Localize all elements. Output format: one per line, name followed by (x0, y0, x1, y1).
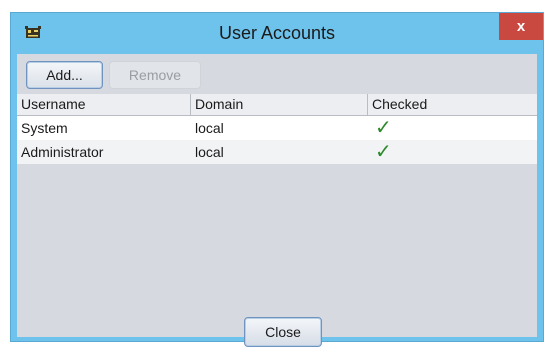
toolbar: Add... Remove (17, 54, 537, 94)
user-accounts-window: User Accounts x Add... Remove Username D… (10, 12, 544, 347)
window-close-button[interactable]: x (499, 13, 543, 40)
checkmark-icon: ✓ (375, 141, 392, 163)
add-button[interactable]: Add... (26, 61, 103, 89)
table-row[interactable]: System local ✓ (17, 116, 537, 140)
domain-cell: local (195, 120, 224, 136)
username-cell: System (21, 120, 68, 136)
column-header-domain[interactable]: Domain (191, 94, 368, 115)
domain-cell: local (195, 144, 224, 160)
table-header: Username Domain Checked (17, 94, 537, 116)
checkmark-icon: ✓ (375, 117, 392, 139)
close-button[interactable]: Close (244, 317, 322, 347)
username-cell: Administrator (21, 144, 104, 160)
table-row[interactable]: Administrator local ✓ (17, 140, 537, 164)
window-title: User Accounts (218, 23, 336, 43)
column-header-username[interactable]: Username (17, 94, 191, 115)
column-header-checked[interactable]: Checked (368, 94, 550, 115)
accounts-table: Username Domain Checked System local ✓ A… (17, 94, 537, 337)
remove-button[interactable]: Remove (109, 61, 201, 89)
dialog-client-area: Add... Remove Username Domain Checked Sy… (17, 54, 537, 347)
title-bar[interactable]: User Accounts x (11, 13, 543, 54)
close-icon: x (516, 18, 526, 35)
